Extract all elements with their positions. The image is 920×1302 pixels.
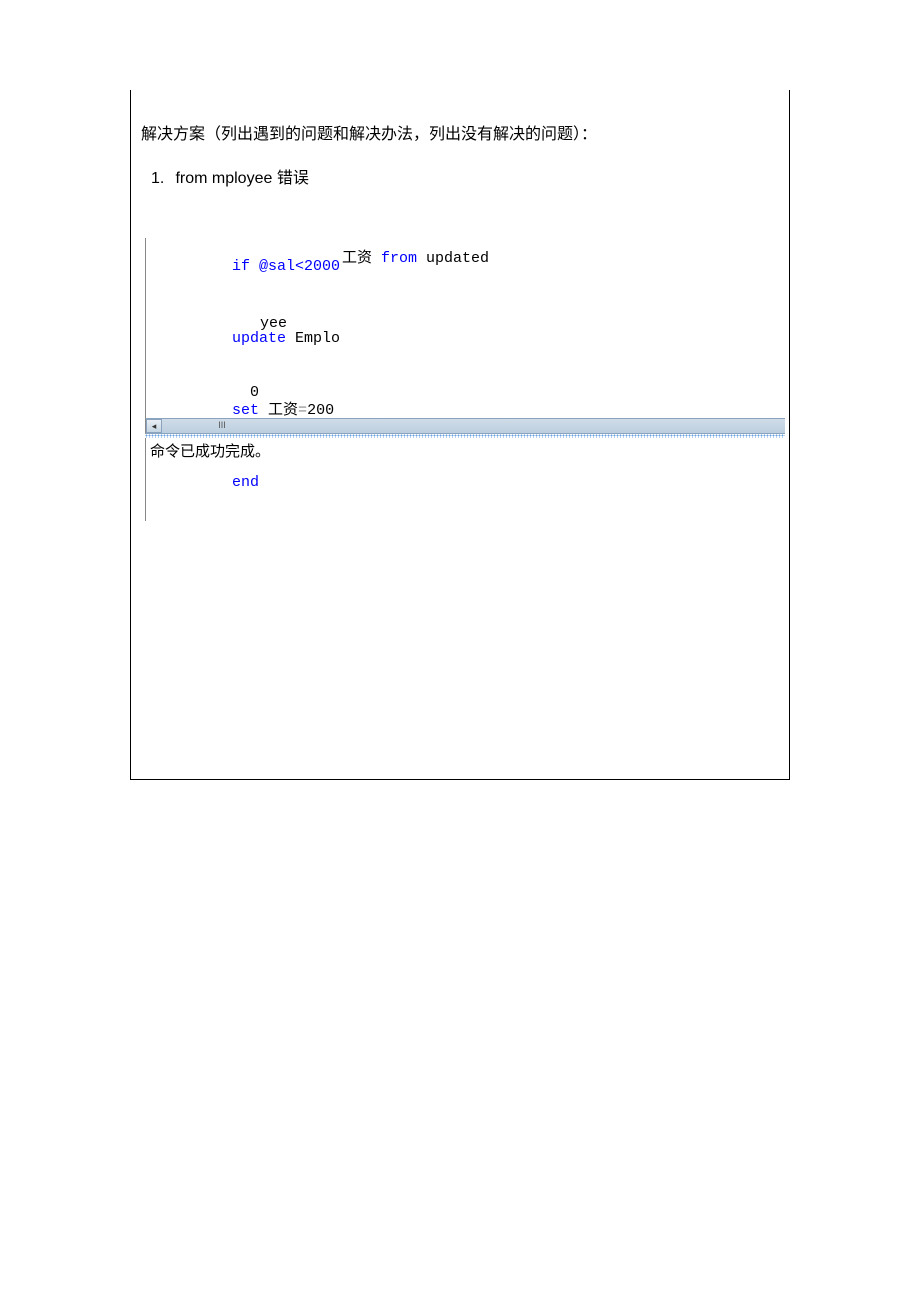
code-text: 工资 xyxy=(268,402,298,419)
code-overlap: yee xyxy=(260,315,287,333)
code-pane[interactable]: if @sal<2000 工资 from updated update Empl… xyxy=(145,238,785,418)
code-editor: if @sal<2000 工资 from updated update Empl… xyxy=(145,238,785,521)
scroll-thumb[interactable]: III xyxy=(216,419,228,433)
code-keyword: end xyxy=(232,474,259,491)
section-title: 解决方案（列出遇到的问题和解决办法，列出没有解决的问题）： xyxy=(131,90,789,154)
list-text: from mployee 错误 xyxy=(175,170,308,187)
code-keyword: set xyxy=(232,402,268,419)
code-overlap: 工资 from updated xyxy=(252,232,489,286)
code-text: Emplo xyxy=(295,330,340,347)
list-item: 1. from mployee 错误 xyxy=(131,154,789,198)
code-overlap: 0 xyxy=(250,384,259,402)
scroll-left-button[interactable]: ◂ xyxy=(146,419,162,433)
code-operator: = xyxy=(298,402,307,419)
list-number: 1. xyxy=(151,170,171,188)
code-value: 200 xyxy=(307,402,334,419)
document-frame: 解决方案（列出遇到的问题和解决办法，列出没有解决的问题）： 1. from mp… xyxy=(130,90,790,780)
horizontal-scrollbar[interactable]: ◂ III xyxy=(145,418,785,434)
